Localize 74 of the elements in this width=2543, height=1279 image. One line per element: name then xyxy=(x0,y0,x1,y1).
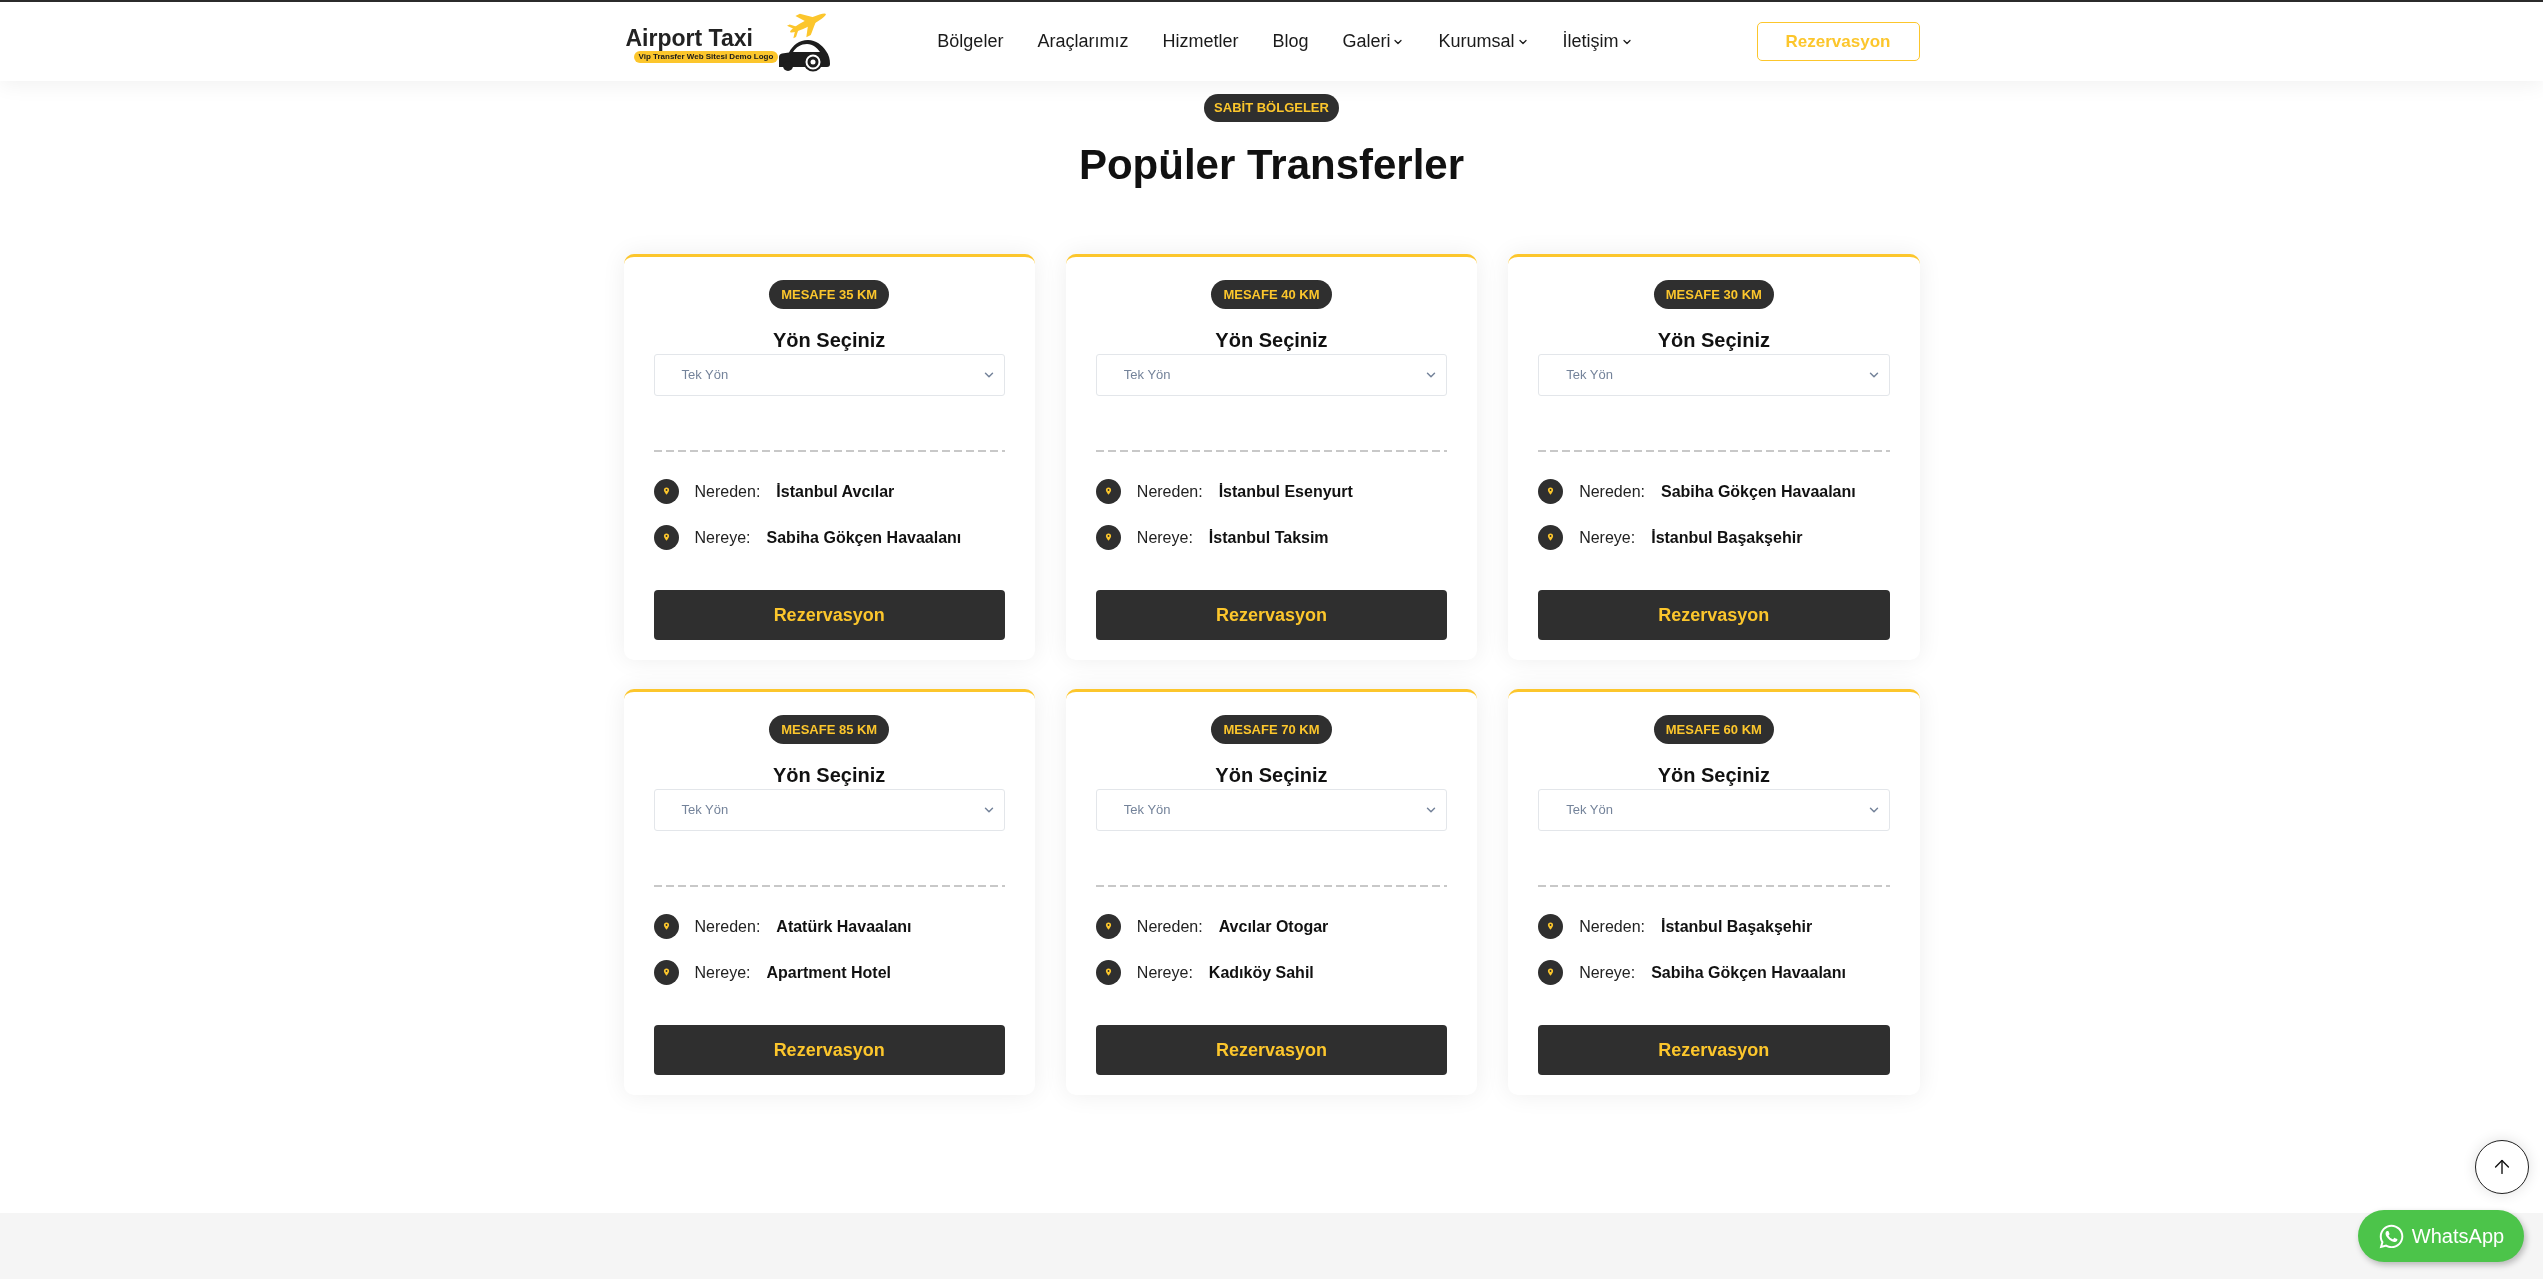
direction-heading: Yön Seçiniz xyxy=(1657,328,1770,352)
route-label: Nereden: xyxy=(1579,481,1645,502)
route-label: Nereye: xyxy=(694,527,751,548)
route-value: Kadıköy Sahil xyxy=(1208,962,1314,983)
car-and-plane-icon xyxy=(778,10,832,73)
nav-link[interactable]: Galeri xyxy=(1342,28,1405,55)
map-pin-icon xyxy=(653,914,679,939)
map-pin-icon xyxy=(653,960,679,985)
reserve-button[interactable]: Rezervasyon xyxy=(1538,1025,1890,1075)
distance-badge: MESAFE 35 KM xyxy=(769,280,890,309)
map-pin-icon xyxy=(1538,479,1564,504)
direction-heading: Yön Seçiniz xyxy=(1215,763,1328,787)
route-value: İstanbul Taksim xyxy=(1208,527,1329,548)
direction-select[interactable]: Tek Yön xyxy=(653,354,1005,396)
route-label: Nereye: xyxy=(694,962,751,983)
direction-select[interactable]: Tek Yön xyxy=(1095,789,1448,831)
distance-badge: MESAFE 30 KM xyxy=(1653,280,1774,309)
reserve-button[interactable]: Rezervasyon xyxy=(1538,590,1890,640)
route-label: Nereden: xyxy=(1136,916,1203,937)
map-pin-icon xyxy=(1095,479,1121,504)
section-title: Popüler Transferler xyxy=(1078,140,1465,190)
map-pin-icon xyxy=(653,525,679,550)
map-pin-icon xyxy=(1538,525,1564,550)
direction-heading: Yön Seçiniz xyxy=(1215,328,1328,352)
nav-link[interactable]: Kurumsal xyxy=(1438,28,1529,55)
logo-title: Airport Taxi xyxy=(625,25,753,50)
route-value: Sabiha Gökçen Havaalanı xyxy=(1651,962,1846,983)
route-value: İstanbul Avcılar xyxy=(776,481,895,502)
route-value: Sabiha Gökçen Havaalanı xyxy=(766,527,962,548)
reserve-button[interactable]: Rezervasyon xyxy=(653,1025,1005,1075)
distance-badge: MESAFE 70 KM xyxy=(1211,715,1332,744)
distance-badge: MESAFE 85 KM xyxy=(769,715,890,744)
route-label: Nereye: xyxy=(1136,527,1193,548)
route-value: Atatürk Havaalanı xyxy=(776,916,912,937)
map-pin-icon xyxy=(1095,960,1121,985)
nav-link[interactable]: İletişim xyxy=(1562,28,1633,55)
map-pin-icon xyxy=(1095,914,1121,939)
phone-chat-bubble-icon xyxy=(2377,1222,2405,1250)
route-value: Apartment Hotel xyxy=(766,962,891,983)
reserve-button[interactable]: Rezervasyon xyxy=(1095,1025,1448,1075)
route-value: İstanbul Başakşehir xyxy=(1651,527,1803,548)
nav-link[interactable]: Araçlarımız xyxy=(1037,28,1129,55)
logo-tagline: Vip Transfer Web Sitesi Demo Logo xyxy=(633,50,779,63)
route-value: Avcılar Otogar xyxy=(1218,916,1329,937)
reserve-button[interactable]: Rezervasyon xyxy=(653,590,1005,640)
direction-heading: Yön Seçiniz xyxy=(773,328,886,352)
direction-select[interactable]: Tek Yön xyxy=(1538,789,1890,831)
route-label: Nereye: xyxy=(1136,962,1193,983)
map-pin-icon xyxy=(653,479,679,504)
distance-badge: MESAFE 60 KM xyxy=(1653,715,1774,744)
route-value: İstanbul Başakşehir xyxy=(1661,916,1813,937)
route-value: İstanbul Esenyurt xyxy=(1218,481,1353,502)
map-pin-icon xyxy=(1538,914,1564,939)
map-pin-icon xyxy=(1095,525,1121,550)
distance-badge: MESAFE 40 KM xyxy=(1211,280,1332,309)
route-label: Nereye: xyxy=(1579,527,1636,548)
route-label: Nereden: xyxy=(694,481,761,502)
direction-select[interactable]: Tek Yön xyxy=(1538,354,1890,396)
category-badge: SABİT BÖLGELER xyxy=(1204,94,1339,122)
direction-select[interactable]: Tek Yön xyxy=(653,789,1005,831)
scroll-top-button[interactable] xyxy=(2475,1140,2529,1194)
route-label: Nereye: xyxy=(1579,962,1636,983)
route-label: Nereden: xyxy=(694,916,761,937)
reserve-button[interactable]: Rezervasyon xyxy=(1095,590,1448,640)
nav-link[interactable]: Blog xyxy=(1272,28,1309,55)
direction-heading: Yön Seçiniz xyxy=(773,763,886,787)
nav-link[interactable]: Bölgeler xyxy=(937,28,1004,55)
route-label: Nereden: xyxy=(1136,481,1203,502)
route-label: Nereden: xyxy=(1579,916,1645,937)
direction-select[interactable]: Tek Yön xyxy=(1095,354,1448,396)
nav-link[interactable]: Hizmetler xyxy=(1162,28,1239,55)
map-pin-icon xyxy=(1538,960,1564,985)
route-value: Sabiha Gökçen Havaalanı xyxy=(1661,481,1856,502)
direction-heading: Yön Seçiniz xyxy=(1657,763,1770,787)
